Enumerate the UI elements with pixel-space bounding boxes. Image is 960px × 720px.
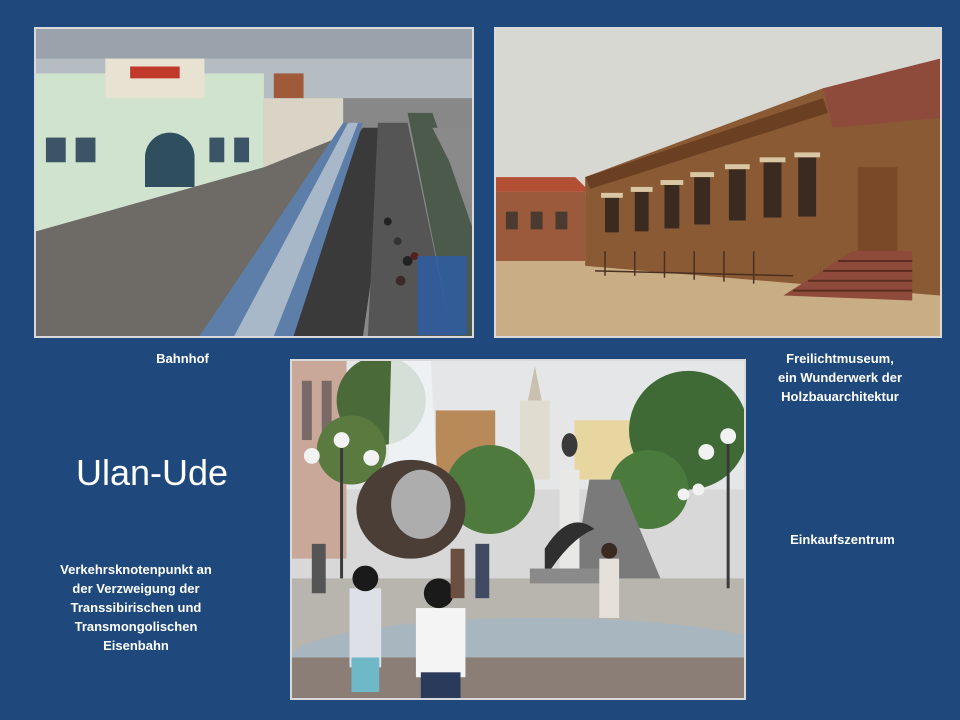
museum-caption-line: ein Wunderwerk der (777, 370, 902, 385)
station-caption: Bahnhof (156, 351, 209, 366)
museum-caption-line: Freilichtmuseum, (786, 351, 894, 366)
station-photo (34, 27, 474, 338)
square-caption: Einkaufszentrum (790, 532, 895, 547)
station-image (36, 29, 472, 336)
railway-note-line: Transsibirischen und (70, 600, 202, 615)
railway-note-line: der Verzweigung der (72, 581, 200, 596)
museum-caption: Freilichtmuseum, ein Wunderwerk der Holz… (760, 349, 920, 406)
railway-note: Verkehrsknotenpunkt an der Verzweigung d… (46, 560, 226, 655)
square-image (292, 361, 744, 698)
railway-note-line: Transmongolischen (74, 619, 198, 634)
museum-image (496, 29, 940, 336)
railway-note-line: Eisenbahn (103, 638, 169, 653)
museum-photo (494, 27, 942, 338)
railway-note-line: Verkehrsknotenpunkt an (60, 562, 212, 577)
slide-title: Ulan-Ude (75, 452, 229, 493)
square-photo (290, 359, 746, 700)
museum-caption-line: Holzbauarchitektur (781, 389, 899, 404)
